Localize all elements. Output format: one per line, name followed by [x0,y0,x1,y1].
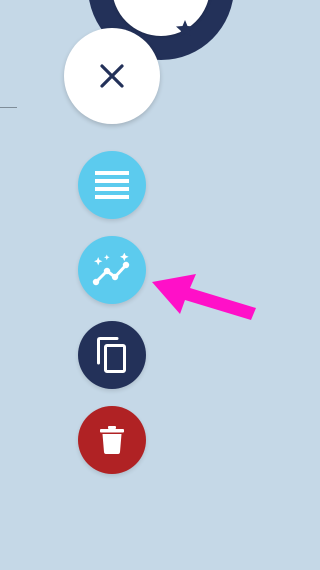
delete-button[interactable] [78,406,146,474]
duplicate-button[interactable] [78,321,146,389]
arrow-pointer-icon [152,274,256,320]
divider-line [0,107,17,108]
close-icon [100,64,124,88]
trash-icon [100,426,124,454]
list-icon [95,171,129,199]
list-button[interactable] [78,151,146,219]
close-button[interactable] [64,28,160,124]
star-icon [176,20,194,36]
copy-icon [97,337,126,373]
insights-button[interactable] [78,236,146,304]
sparkle-chart-icon [92,253,130,286]
